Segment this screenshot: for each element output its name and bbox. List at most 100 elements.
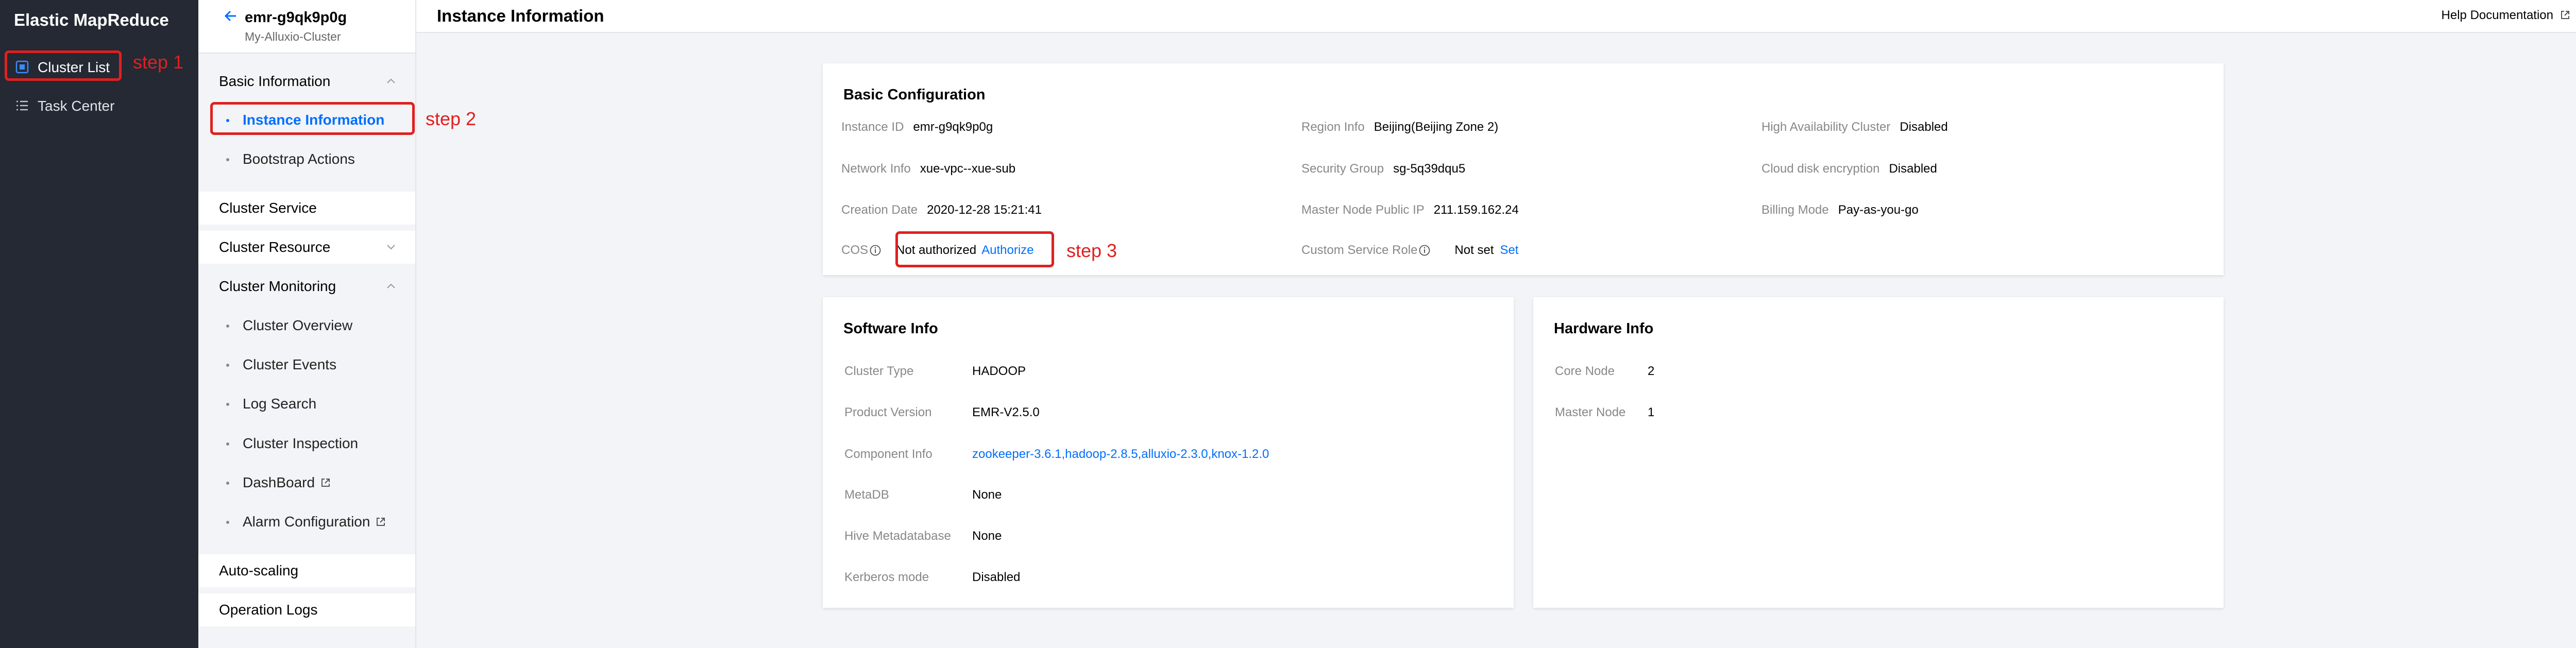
- help-documentation-label: Help Documentation: [2441, 8, 2553, 22]
- field-value: 211.159.162.24: [1433, 203, 1519, 217]
- field-label: Custom Service Role: [1301, 243, 1418, 257]
- page-header: Instance Information Help Documentation: [416, 0, 2576, 33]
- menu-group-label: Basic Information: [219, 73, 331, 89]
- menu-item-operation-logs[interactable]: Operation Logs: [198, 593, 415, 626]
- field-value: 2: [1648, 364, 1655, 378]
- menu-group-cluster-resource[interactable]: Cluster Resource: [198, 231, 415, 264]
- field-label: Region Info: [1301, 120, 1365, 134]
- task-list-icon: [16, 100, 28, 111]
- field-value: xue-vpc--xue-sub: [920, 162, 1016, 176]
- menu-bullet: [226, 482, 229, 485]
- field-region-info: Region Info Beijing(Beijing Zone 2): [1301, 120, 1498, 134]
- field-label: MetaDB: [844, 488, 889, 502]
- field-label: Billing Mode: [1761, 203, 1829, 217]
- menu-item-cluster-events[interactable]: Cluster Events: [198, 348, 415, 381]
- nav-item-label: Task Center: [38, 98, 115, 114]
- chevron-down-icon: [387, 245, 395, 250]
- back-arrow-icon[interactable]: [223, 8, 239, 24]
- app-title: Elastic MapReduce: [14, 10, 169, 29]
- menu-item-cluster-service[interactable]: Cluster Service: [198, 192, 415, 225]
- menu-item-label: Cluster Overview: [243, 317, 353, 333]
- field-value: None: [972, 529, 1002, 543]
- submenu-header: emr-g9qk9p0g My-Alluxio-Cluster: [198, 0, 415, 54]
- help-documentation-link[interactable]: Help Documentation: [2442, 8, 2571, 23]
- field-label: Product Version: [844, 405, 932, 419]
- field-value: 1: [1648, 405, 1655, 419]
- cluster-name: My-Alluxio-Cluster: [245, 30, 341, 43]
- field-master-node: Master Node 1: [1555, 405, 1654, 420]
- menu-bullet: [226, 158, 229, 161]
- field-value: Beijing(Beijing Zone 2): [1374, 120, 1499, 134]
- menu-bullet: [226, 364, 229, 367]
- cluster-id: emr-g9qk9p0g: [245, 9, 347, 26]
- field-label: Cloud disk encryption: [1761, 162, 1880, 176]
- menu-item-label: Cluster Events: [243, 356, 337, 372]
- external-link-icon: [2561, 11, 2569, 19]
- field-value: Disabled: [1900, 120, 1948, 134]
- field-value: emr-g9qk9p0g: [913, 120, 993, 134]
- annotation-box-step-3: [895, 231, 1054, 267]
- menu-item-bootstrap-actions[interactable]: Bootstrap Actions: [198, 143, 415, 176]
- menu-item-log-search[interactable]: Log Search: [198, 387, 415, 420]
- field-product-version: Product Version EMR-V2.5.0: [844, 405, 1040, 420]
- field-label: COS: [841, 243, 869, 257]
- software-info-card: Software Info Cluster Type HADOOP Product…: [823, 297, 1514, 608]
- menu-item-label: Log Search: [243, 396, 317, 412]
- menu-item-label: Operation Logs: [219, 602, 318, 618]
- chevron-up-icon: [387, 283, 395, 288]
- menu-item-label-wrap: Alarm Configuration: [243, 514, 386, 530]
- field-value: sg-5q39dqu5: [1393, 162, 1466, 176]
- menu-item-label-wrap: DashBoard: [243, 474, 331, 491]
- annotation-step-3: step 3: [1066, 240, 1117, 261]
- field-label: Component Info: [844, 447, 933, 461]
- menu-bullet: [226, 521, 229, 524]
- field-label: Cluster Type: [844, 364, 914, 378]
- menu-item-cluster-overview[interactable]: Cluster Overview: [198, 309, 415, 342]
- field-cloud-disk-encryption: Cloud disk encryption Disabled: [1761, 162, 1937, 176]
- field-core-node: Core Node 2: [1555, 364, 1654, 379]
- card-title: Basic Configuration: [843, 87, 986, 103]
- external-link-icon: [321, 479, 330, 487]
- menu-bullet: [226, 442, 229, 446]
- field-component-info: Component Info zookeeper-3.6.1,hadoop-2.8…: [844, 447, 1269, 462]
- menu-bullet: [226, 325, 229, 328]
- field-label: Hive Metadatabase: [844, 529, 951, 543]
- field-value: Pay-as-you-go: [1838, 203, 1919, 217]
- field-custom-service-role: Custom Service Role Not set Set: [1301, 243, 1518, 258]
- menu-item-label: DashBoard: [243, 474, 315, 490]
- field-high-availability: High Availability Cluster Disabled: [1761, 120, 1948, 134]
- field-label: Kerberos mode: [844, 570, 929, 584]
- field-value: None: [972, 488, 1002, 502]
- menu-item-label: Cluster Service: [219, 200, 317, 216]
- field-label: Creation Date: [841, 203, 918, 217]
- field-value: Disabled: [972, 570, 1021, 584]
- field-value: HADOOP: [972, 364, 1026, 378]
- menu-group-label: Cluster Monitoring: [219, 278, 336, 294]
- menu-bullet: [226, 403, 229, 406]
- field-cluster-type: Cluster Type HADOOP: [844, 364, 1026, 379]
- menu-item-cluster-inspection[interactable]: Cluster Inspection: [198, 427, 415, 460]
- menu-group-basic-information[interactable]: Basic Information: [198, 65, 415, 98]
- info-icon[interactable]: [869, 244, 882, 257]
- menu-item-label: Auto-scaling: [219, 562, 299, 578]
- menu-group-cluster-monitoring[interactable]: Cluster Monitoring: [198, 270, 415, 303]
- info-icon[interactable]: [1418, 244, 1431, 257]
- page-title: Instance Information: [437, 6, 604, 25]
- field-value: Not set: [1454, 243, 1494, 257]
- nav-item-task-center[interactable]: Task Center: [0, 90, 198, 122]
- set-link[interactable]: Set: [1500, 243, 1518, 257]
- field-label: Master Node: [1555, 405, 1626, 419]
- menu-item-alarm-configuration[interactable]: Alarm Configuration: [198, 505, 415, 538]
- component-info-link[interactable]: zookeeper-3.6.1,hadoop-2.8.5,alluxio-2.3…: [972, 447, 1269, 461]
- field-metadb: MetaDB None: [844, 488, 1002, 502]
- annotation-box-step-1: [5, 50, 122, 81]
- field-label: High Availability Cluster: [1761, 120, 1891, 134]
- cluster-submenu: emr-g9qk9p0g My-Alluxio-Cluster Basic In…: [198, 0, 416, 648]
- field-kerberos-mode: Kerberos mode Disabled: [844, 570, 1020, 585]
- menu-item-dashboard[interactable]: DashBoard: [198, 466, 415, 499]
- annotation-box-step-2: [210, 102, 415, 135]
- menu-item-auto-scaling[interactable]: Auto-scaling: [198, 554, 415, 587]
- field-value: EMR-V2.5.0: [972, 405, 1040, 419]
- card-title: Hardware Info: [1554, 320, 1654, 337]
- field-label: Security Group: [1301, 162, 1384, 176]
